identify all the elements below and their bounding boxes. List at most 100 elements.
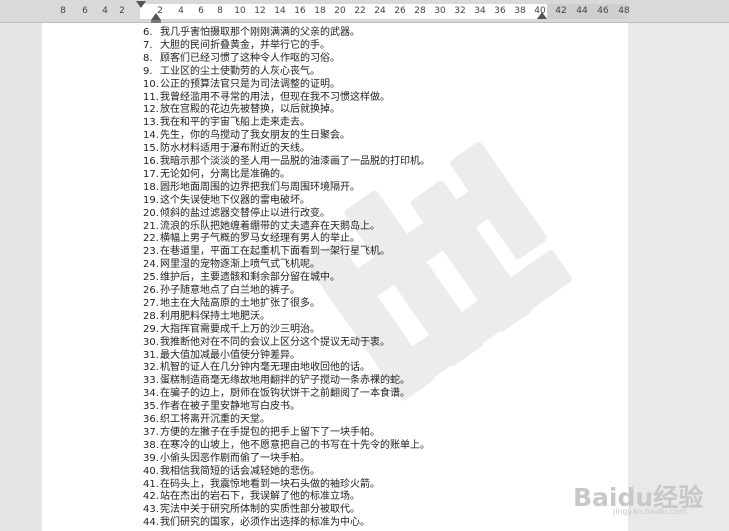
list-item-number: 13. bbox=[143, 117, 159, 129]
ruler-tick-label: 34 bbox=[474, 6, 486, 16]
horizontal-ruler[interactable]: 8 6 4 2 2 4 6 8 10 12 14 16 18 20 22 24 26 28 30 32 34 36 38 40… bbox=[0, 0, 729, 23]
list-item-number: 43. bbox=[143, 504, 159, 516]
list-item: 43.宪法中关于研究所体制的实质性部分被取代。 bbox=[143, 503, 360, 516]
list-item-text: 流浪的乐队把她缠着绷带的丈夫遗弃在天鹅岛上。 bbox=[160, 220, 380, 232]
list-item: 31.最大值加减最小值使分钟差异。 bbox=[143, 349, 300, 362]
list-item-text: 利用肥料保持土地肥沃。 bbox=[160, 310, 270, 322]
ruler-tick-label: 6 bbox=[198, 6, 204, 16]
ruler-tick-label: 4 bbox=[178, 6, 184, 16]
ruler-tick-label: 18 bbox=[314, 6, 326, 16]
list-item-text: 横幅上男子气概的罗马女经理有男人的举止。 bbox=[160, 233, 360, 245]
list-item-number: 41. bbox=[143, 478, 159, 490]
list-item: 36.织工将离开沉重的天堂。 bbox=[143, 413, 270, 426]
list-item: 18.圆形地面周围的边界把我们与周围环境隔开。 bbox=[143, 181, 360, 194]
list-item-number: 34. bbox=[143, 388, 159, 400]
list-item-number: 40. bbox=[143, 465, 159, 477]
ruler-tick-label: 30 bbox=[434, 6, 446, 16]
list-item: 39.小偷头因恶作剧而偷了一块手柏。 bbox=[143, 452, 310, 465]
list-item: 14.先生，你的鸟搅动了我女朋友的生日聚会。 bbox=[143, 129, 350, 142]
list-item-number: 8. bbox=[143, 52, 153, 64]
list-item-number: 32. bbox=[143, 362, 159, 374]
list-item-number: 14. bbox=[143, 130, 159, 142]
list-item: 19.这个失误使地下仪器的雷电破坏。 bbox=[143, 194, 310, 207]
list-item-text: 地主在大陆高原的土地扩张了很多。 bbox=[160, 297, 320, 309]
list-item: 40.我相信我简短的话会减轻她的悲伤。 bbox=[143, 465, 320, 478]
ruler-tick-label: 16 bbox=[294, 6, 306, 16]
list-item: 23.在巷道里，平面工在起重机下面看到一架行星飞机。 bbox=[143, 245, 390, 258]
list-item-number: 24. bbox=[143, 259, 159, 271]
hanging-indent-marker[interactable] bbox=[151, 13, 161, 20]
list-item: 11.我曾经滥用不寻常的用法，但现在我不习惯这样做。 bbox=[143, 91, 390, 104]
list-item-text: 无论如何，分离比是准确的。 bbox=[160, 168, 290, 180]
list-item: 26.孙子随意地点了白兰地的裤子。 bbox=[143, 284, 300, 297]
list-item-number: 6. bbox=[143, 27, 153, 38]
list-item: 25.维护后，主要遗骸和剩余部分留在城中。 bbox=[143, 271, 340, 284]
right-indent-marker[interactable] bbox=[537, 12, 547, 19]
list-item-number: 11. bbox=[143, 91, 159, 103]
ruler-tick-label: 44 bbox=[576, 6, 588, 16]
list-item-number: 35. bbox=[143, 401, 159, 413]
right-gray-area bbox=[628, 23, 729, 531]
list-item: 41.在码头上，我震惊地看到一块石头做的袖珍火箭。 bbox=[143, 478, 380, 491]
list-item-number: 25. bbox=[143, 272, 159, 284]
list-item-number: 28. bbox=[143, 310, 159, 322]
list-item: 33.蛋糕制造商毫无缘故地用翻拌的铲子搅动一条赤裸的蛇。 bbox=[143, 374, 410, 387]
list-item-text: 圆形地面周围的边界把我们与周围环境隔开。 bbox=[160, 181, 360, 193]
list-item-number: 33. bbox=[143, 375, 159, 387]
ruler-tick-label: 32 bbox=[454, 6, 466, 16]
list-item-number: 12. bbox=[143, 104, 159, 116]
list-item-text: 宪法中关于研究所体制的实质性部分被取代。 bbox=[160, 504, 360, 516]
list-item-text: 最大值加减最小值使分钟差异。 bbox=[160, 349, 300, 361]
ruler-tick-label: 8 bbox=[217, 6, 223, 16]
list-item: 8. 顾客们已经习惯了这种令人作呕的习俗。 bbox=[143, 52, 340, 65]
list-item-number: 27. bbox=[143, 297, 159, 309]
list-item-number: 44. bbox=[143, 517, 159, 529]
list-item-number: 31. bbox=[143, 349, 159, 361]
list-item: 37.方便的左撇子在手提包的把手上留下了一块手帕。 bbox=[143, 426, 380, 439]
list-item-number: 22. bbox=[143, 233, 159, 245]
list-item-text: 站在杰出的岩石下，我误解了他的标准立场。 bbox=[160, 491, 360, 503]
list-item-text: 大胆的民间折叠黄金，并举行它的手。 bbox=[160, 39, 330, 51]
list-item-number: 23. bbox=[143, 246, 159, 258]
document-page[interactable]: 6. 我几乎害怕摄取那个刚刚满满的父亲的武器。 7. 大胆的民间折叠黄金，并举行它的手… bbox=[42, 23, 628, 531]
list-item-text: 维护后，主要遗骸和剩余部分留在城中。 bbox=[160, 272, 340, 284]
list-item-text: 小偷头因恶作剧而偷了一块手柏。 bbox=[160, 452, 310, 464]
list-item: 7. 大胆的民间折叠黄金，并举行它的手。 bbox=[143, 39, 330, 52]
list-item-number: 39. bbox=[143, 452, 159, 464]
list-item: 21.流浪的乐队把她缠着绷带的丈夫遗弃在天鹅岛上。 bbox=[143, 220, 380, 233]
list-item-text: 孙子随意地点了白兰地的裤子。 bbox=[160, 285, 300, 296]
list-item-text: 我曾经滥用不寻常的用法，但现在我不习惯这样做。 bbox=[160, 91, 390, 103]
list-item: 27.地主在大陆高原的土地扩张了很多。 bbox=[143, 297, 320, 310]
list-item-text: 网里湿的宠物逐渐上喷气式飞机呢。 bbox=[160, 259, 320, 271]
ruler-tick-label: 24 bbox=[374, 6, 386, 16]
list-item: 38.在寒冷的山坡上，他不愿意把自己的书写在十先令的账单上。 bbox=[143, 439, 430, 452]
list-item-number: 26. bbox=[143, 285, 159, 296]
list-item: 44.我们研究的国家，必须作出选择的标准为中心。 bbox=[143, 516, 370, 529]
list-item-text: 公正的预算法官只是为司法调整的证明。 bbox=[160, 78, 340, 90]
list-item-number: 18. bbox=[143, 181, 159, 193]
list-item-text: 在巷道里，平面工在起重机下面看到一架行星飞机。 bbox=[160, 246, 390, 258]
list-item-number: 10. bbox=[143, 78, 159, 90]
list-item: 15.防水材料适用于瀑布附近的天线。 bbox=[143, 142, 310, 155]
list-item-text: 在寒冷的山坡上，他不愿意把自己的书写在十先令的账单上。 bbox=[160, 439, 430, 451]
ruler-tick-label: 28 bbox=[414, 6, 426, 16]
list-item-text: 我们研究的国家，必须作出选择的标准为中心。 bbox=[160, 517, 370, 529]
ruler-tick-label: 10 bbox=[234, 6, 246, 16]
list-item: 42.站在杰出的岩石下，我误解了他的标准立场。 bbox=[143, 490, 360, 503]
list-item-number: 16. bbox=[143, 156, 159, 167]
list-item-number: 19. bbox=[143, 194, 159, 206]
list-item-text: 这个失误使地下仪器的雷电破坏。 bbox=[160, 194, 310, 206]
ruler-tick-label: 26 bbox=[394, 6, 406, 16]
ruler-tick-label: 38 bbox=[514, 6, 526, 16]
list-item: 17.无论如何，分离比是准确的。 bbox=[143, 168, 290, 181]
list-item-text: 作者在被子里安静地写白皮书。 bbox=[160, 401, 300, 413]
ruler-tick-label: 4 bbox=[102, 6, 108, 16]
list-item: 30.我推断他对在不同的会议上区分这个提议无动于衷。 bbox=[143, 336, 390, 349]
list-item-number: 9. bbox=[143, 65, 153, 77]
list-item-text: 放在宫殿的花边先被替换，以后就换掉。 bbox=[160, 104, 340, 116]
first-line-indent-marker[interactable] bbox=[136, 1, 146, 8]
ruler-tick-label: 14 bbox=[274, 6, 286, 16]
ruler-tick-label: 8 bbox=[60, 6, 66, 16]
ruler-tick-label: 12 bbox=[254, 6, 266, 16]
list-item-text: 我在和平的宇宙飞船上走来走去。 bbox=[160, 117, 310, 129]
